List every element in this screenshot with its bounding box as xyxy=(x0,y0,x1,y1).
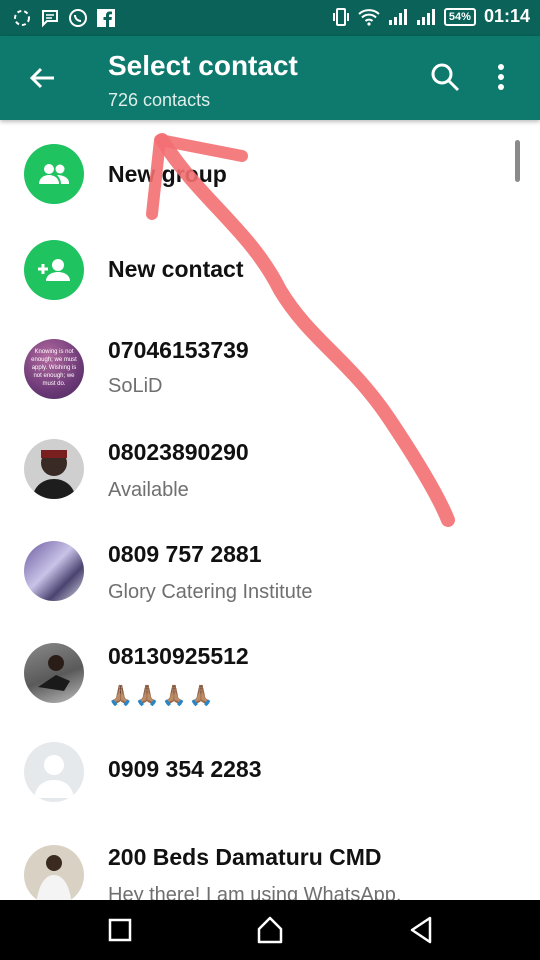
contact-status: Available xyxy=(108,479,189,501)
new-group-item[interactable]: New group xyxy=(0,120,540,216)
contact-name: 08130925512 xyxy=(108,643,249,669)
avatar xyxy=(24,742,84,802)
scrollbar-thumb[interactable] xyxy=(515,140,520,182)
signal-icon xyxy=(416,8,435,25)
contact-status: Glory Catering Institute xyxy=(108,581,313,603)
contact-status: 🙏🏽🙏🏽🙏🏽🙏🏽 xyxy=(108,685,216,707)
contact-name: 08023890290 xyxy=(108,439,249,465)
contact-name: 200 Beds Damaturu CMD xyxy=(108,844,382,870)
contact-row[interactable]: 08023890290 Available xyxy=(0,414,540,516)
contact-row[interactable]: 200 Beds Damaturu CMD Hey there! I am us… xyxy=(0,822,540,900)
avatar xyxy=(24,643,84,703)
contact-row[interactable]: 0909 354 2283 xyxy=(0,720,540,822)
battery-icon: 54% xyxy=(443,7,476,26)
contact-status: SoLiD xyxy=(108,375,163,397)
sync-icon xyxy=(14,10,30,26)
contact-list[interactable]: New group New contact Knowing is not eno… xyxy=(0,120,540,900)
vibrate-icon xyxy=(332,7,349,26)
signal-icon xyxy=(388,8,407,25)
avatar xyxy=(24,541,84,601)
recents-icon[interactable] xyxy=(108,915,132,950)
more-vert-icon[interactable] xyxy=(496,62,506,97)
home-icon[interactable] xyxy=(256,915,284,950)
contact-row[interactable]: 0809 757 2881 Glory Catering Institute xyxy=(0,516,540,618)
add-contact-icon xyxy=(24,240,84,300)
new-contact-label: New contact xyxy=(108,256,244,282)
contact-name: 0909 354 2283 xyxy=(108,756,262,782)
contact-row[interactable]: Knowing is not enough; we must apply. Wi… xyxy=(0,312,540,414)
new-contact-item[interactable]: New contact xyxy=(0,216,540,312)
avatar: Knowing is not enough; we must apply. Wi… xyxy=(24,339,84,399)
group-icon xyxy=(24,144,84,204)
contact-status: Hey there! I am using WhatsApp. xyxy=(108,884,402,900)
search-icon[interactable] xyxy=(430,62,460,97)
wifi-icon xyxy=(358,8,380,26)
avatar xyxy=(24,439,84,499)
contact-name: 07046153739 xyxy=(108,337,249,363)
back-arrow-icon[interactable] xyxy=(28,64,56,97)
message-icon xyxy=(42,10,58,28)
status-bar: 54% 01:14 xyxy=(0,0,540,36)
facebook-icon xyxy=(97,9,115,27)
page-title: Select contact xyxy=(108,50,298,81)
whatsapp-icon xyxy=(69,9,87,27)
back-nav-icon[interactable] xyxy=(408,915,434,950)
system-nav-bar xyxy=(0,900,540,960)
new-group-label: New group xyxy=(108,161,227,187)
app-bar: Select contact 726 contacts xyxy=(0,36,540,120)
contact-row[interactable]: 08130925512 🙏🏽🙏🏽🙏🏽🙏🏽 xyxy=(0,618,540,720)
contact-count: 726 contacts xyxy=(108,90,211,110)
status-time: 01:14 xyxy=(483,6,530,26)
contact-name: 0809 757 2881 xyxy=(108,541,262,567)
avatar-quote-text: Knowing is not enough; we must apply. Wi… xyxy=(31,349,77,387)
avatar xyxy=(24,845,84,900)
